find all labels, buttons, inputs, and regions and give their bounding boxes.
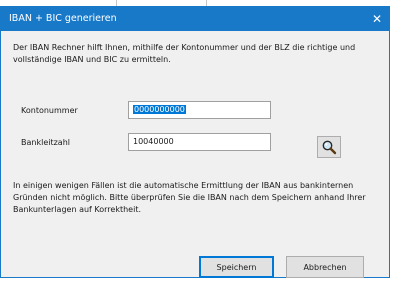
warning-text: In einigen wenigen Fällen ist die automa…: [13, 181, 366, 214]
bankleitzahl-label: Bankleitzahl: [21, 138, 70, 147]
close-button[interactable]: ✕: [365, 7, 389, 31]
lookup-button[interactable]: [317, 136, 341, 158]
close-icon: ✕: [371, 12, 383, 26]
title-bar[interactable]: IBAN + BIC generieren ✕: [1, 7, 389, 31]
kontonummer-label: Kontonummer: [21, 106, 78, 115]
kontonummer-value: 0000000000: [133, 105, 186, 114]
dialog-title: IBAN + BIC generieren: [9, 13, 117, 24]
bankleitzahl-value: 10040000: [133, 137, 174, 146]
magnifier-icon: [322, 140, 337, 155]
save-button[interactable]: Speichern: [199, 256, 274, 278]
intro-text: Der IBAN Rechner hilft Ihnen, mithilfe d…: [13, 43, 356, 64]
bankleitzahl-input[interactable]: 10040000: [128, 133, 271, 151]
cancel-button[interactable]: Abbrechen: [286, 256, 364, 278]
iban-bic-dialog: IBAN + BIC generieren ✕ Der IBAN Rechner…: [0, 6, 390, 278]
kontonummer-input[interactable]: 0000000000: [128, 101, 271, 119]
